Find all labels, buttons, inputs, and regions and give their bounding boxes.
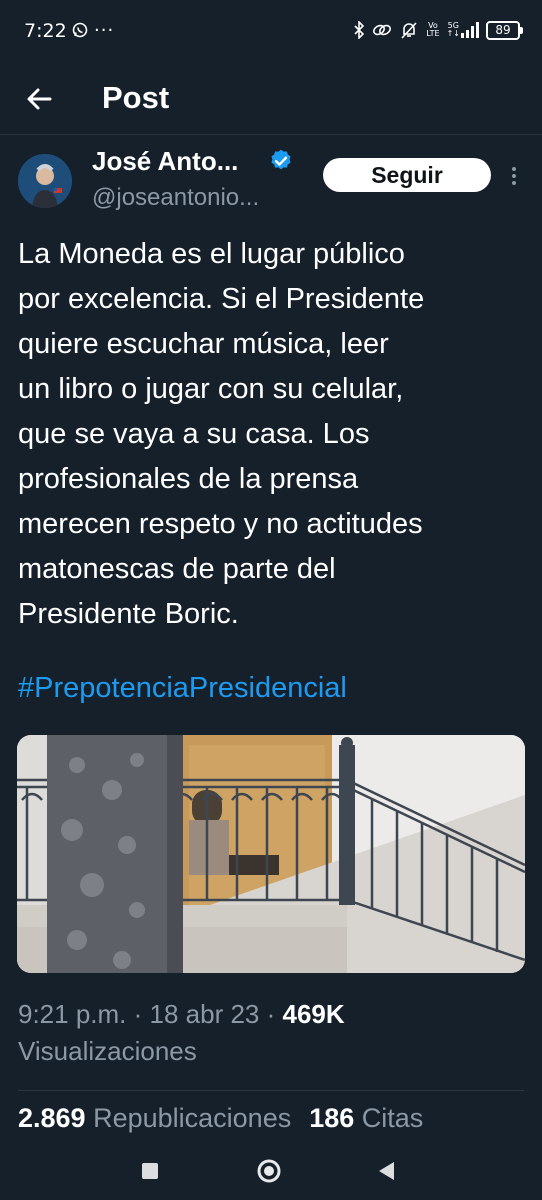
- circle-icon[interactable]: [254, 1156, 284, 1186]
- status-time: 7:22: [24, 20, 67, 42]
- view-count: 469K: [282, 999, 345, 1029]
- engagement-stats: 2.869 Republicaciones 186 Citas: [18, 1103, 423, 1134]
- views-label: Visualizaciones: [18, 1036, 197, 1066]
- balcony-photo: [17, 735, 525, 973]
- battery-indicator: 89: [486, 20, 523, 40]
- volte-indicator: Vo LTE: [426, 21, 440, 38]
- verified-badge-icon: [271, 149, 291, 170]
- hashtag-link[interactable]: #PrepotenciaPresidencial: [18, 666, 347, 711]
- post-timestamp-row: 9:21 p.m. · 18 abr 23 · 469K: [18, 999, 345, 1029]
- system-nav-bar: [0, 1144, 542, 1200]
- follow-button[interactable]: Seguir: [323, 158, 491, 192]
- triangle-icon[interactable]: [372, 1156, 402, 1186]
- post-date: 18 abr 23: [149, 999, 260, 1029]
- page-title: Post: [102, 80, 170, 115]
- top-bar: Post: [0, 66, 542, 135]
- system-icons: Vo LTE 5G ↑↓ 89: [353, 18, 523, 42]
- divider: [18, 1090, 524, 1091]
- quotes-stat[interactable]: 186 Citas: [309, 1103, 423, 1133]
- author-row: José Anto... @joseantonio... Seguir: [0, 140, 542, 216]
- whatsapp-icon: [72, 22, 88, 38]
- arrow-left-icon[interactable]: [22, 82, 56, 116]
- tweet-text: La Moneda es el lugar público por excele…: [18, 238, 425, 630]
- tweet-media-photo[interactable]: [17, 735, 525, 973]
- author-name[interactable]: José Anto...: [92, 146, 238, 177]
- bell-muted-icon: [401, 22, 417, 39]
- signal-indicator: 5G ↑↓: [447, 22, 479, 38]
- bluetooth-icon: [354, 21, 365, 39]
- reposts-stat[interactable]: 2.869 Republicaciones: [18, 1103, 291, 1133]
- link-icon: [373, 24, 392, 36]
- avatar-image: [18, 154, 72, 208]
- status-overflow-dots: ···: [94, 20, 115, 41]
- post-time: 9:21 p.m.: [18, 999, 127, 1029]
- author-handle[interactable]: @joseantonio...: [92, 184, 259, 212]
- more-vertical-icon[interactable]: [504, 164, 524, 188]
- square-icon[interactable]: [135, 1156, 165, 1186]
- avatar[interactable]: [18, 154, 72, 208]
- signal-bars-icon: [461, 22, 479, 38]
- status-bar: 7:22 ··· Vo LTE 5G ↑↓ 89: [0, 0, 542, 66]
